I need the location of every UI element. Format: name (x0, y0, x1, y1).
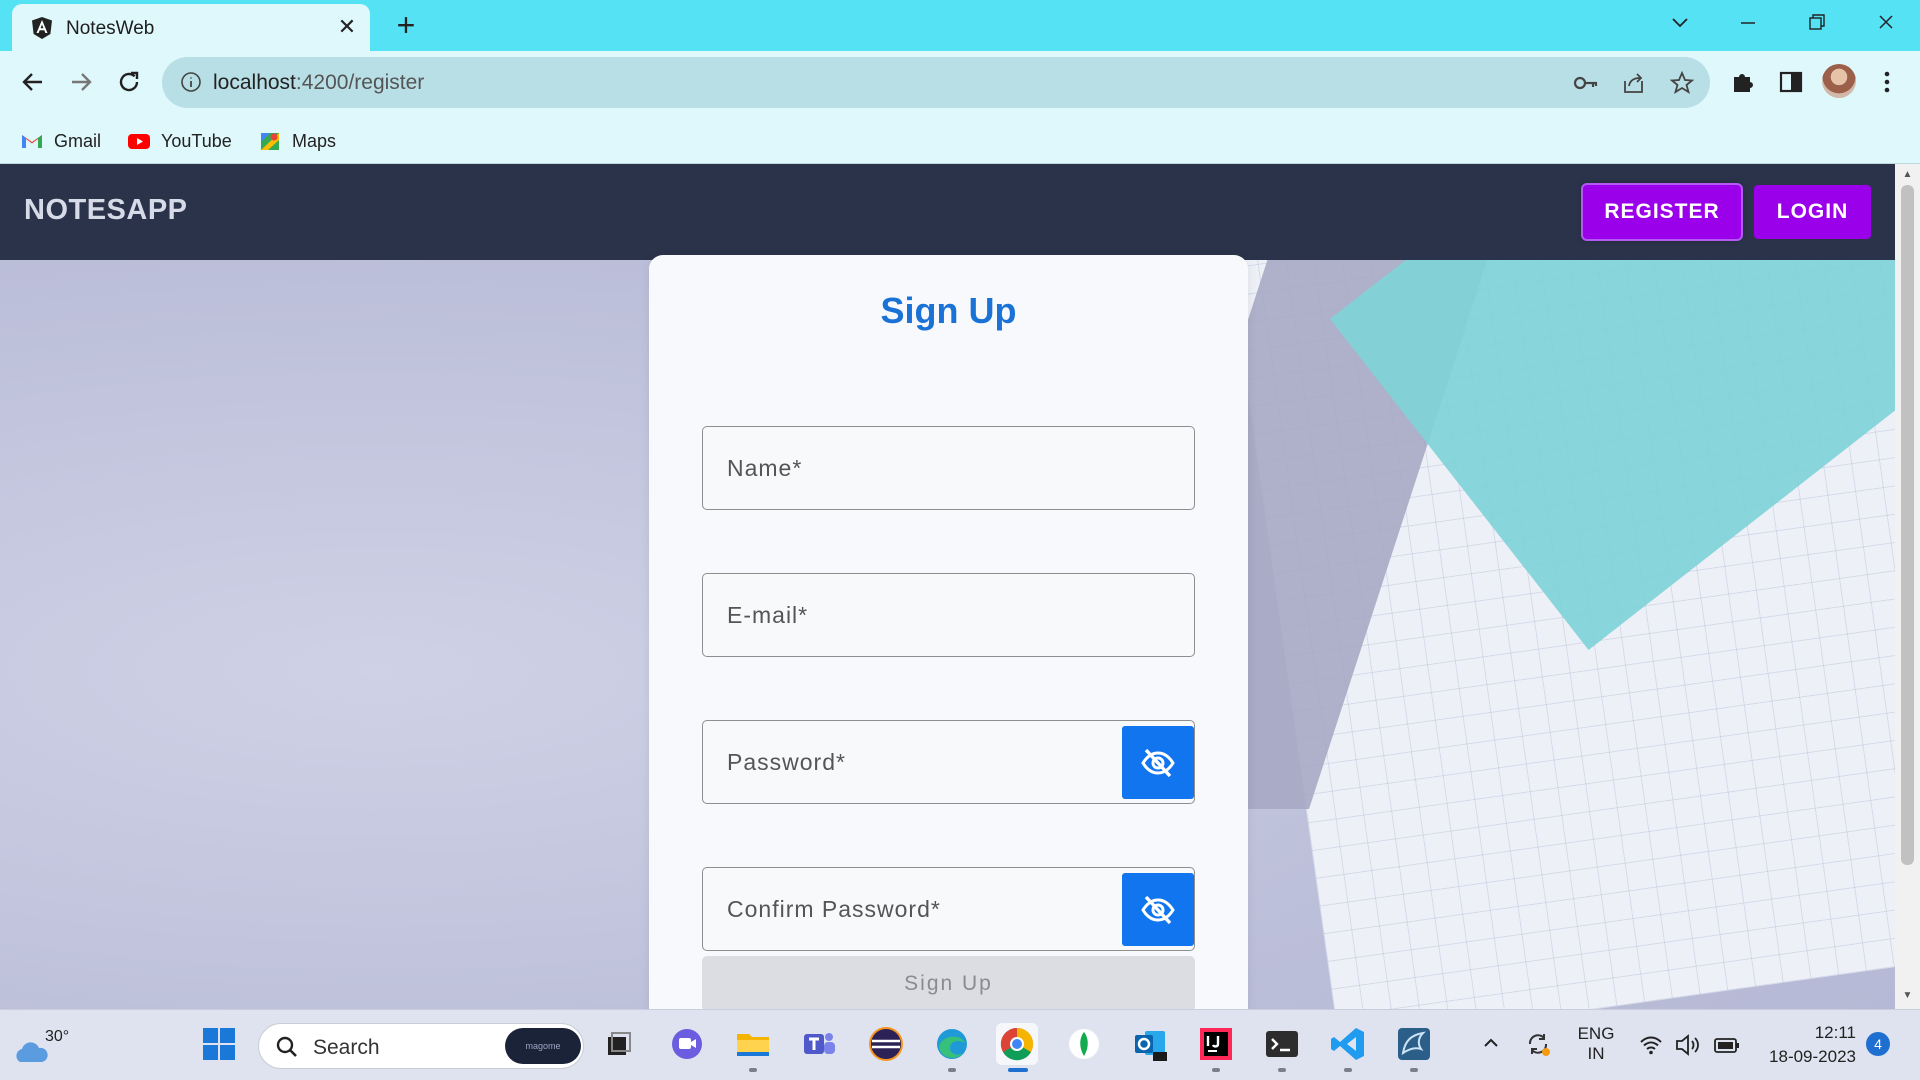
task-view-button[interactable] (597, 1023, 639, 1065)
taskbar-outlook[interactable] (1129, 1023, 1171, 1065)
confirm-password-input[interactable] (703, 868, 1194, 950)
bookmark-maps[interactable]: Maps (258, 123, 336, 159)
start-button[interactable] (198, 1023, 240, 1065)
clock[interactable]: 12:11 18-09-2023 (1748, 1021, 1856, 1069)
signup-card: Sign Up Name* E-mail* Sign Up (649, 255, 1248, 1009)
vscode-icon (1331, 1028, 1364, 1060)
gmail-icon (22, 135, 42, 148)
profile-avatar[interactable] (1822, 64, 1856, 98)
search-icon (276, 1036, 297, 1057)
volume-icon[interactable] (1674, 1032, 1702, 1058)
wifi-icon[interactable] (1638, 1032, 1664, 1058)
taskbar-edge[interactable] (931, 1023, 973, 1072)
minimize-icon[interactable] (1728, 8, 1768, 38)
url-text[interactable]: localhost:4200/register (213, 71, 424, 95)
tab-close-icon[interactable]: ✕ (334, 14, 360, 40)
extensions-puzzle-icon[interactable] (1728, 67, 1758, 97)
search-highlight-badge[interactable]: magome (505, 1028, 581, 1064)
video-chat-icon (672, 1029, 702, 1059)
site-info-icon[interactable] (180, 71, 202, 93)
name-field[interactable] (702, 426, 1195, 510)
login-button[interactable]: LOGIN (1754, 185, 1871, 239)
app-brand[interactable]: NOTESAPP (24, 194, 188, 227)
background-illustration (1240, 259, 1895, 1009)
close-window-icon[interactable] (1866, 8, 1906, 38)
email-field[interactable] (702, 573, 1195, 657)
side-panel-icon[interactable] (1776, 67, 1806, 97)
battery-icon[interactable] (1712, 1032, 1742, 1058)
teams-icon (804, 1033, 835, 1054)
new-tab-icon[interactable]: + (390, 9, 422, 42)
signup-title: Sign Up (880, 290, 1017, 331)
windows-logo-icon (203, 1028, 235, 1060)
mysql-workbench-icon (1398, 1028, 1430, 1060)
scroll-down-icon[interactable]: ▼ (1902, 990, 1913, 1001)
signup-submit-button[interactable]: Sign Up (702, 956, 1195, 1009)
tab-title: NotesWeb (66, 18, 155, 39)
folder-icon (737, 1034, 769, 1056)
forward-arrow-icon[interactable] (64, 65, 98, 99)
share-icon[interactable] (1620, 69, 1648, 97)
taskbar-vscode[interactable] (1327, 1023, 1369, 1072)
name-input[interactable] (703, 427, 1194, 509)
language-indicator[interactable]: ENG IN (1574, 1024, 1618, 1064)
windows-taskbar: 30° Search magome ENG IN 12:11 18-09-202… (0, 1009, 1920, 1080)
taskbar-mysql-workbench[interactable] (1393, 1023, 1435, 1072)
mongodb-leaf-icon (1069, 1029, 1099, 1059)
taskbar-eclipse[interactable] (865, 1023, 907, 1065)
app-navbar: NOTESAPP REGISTER LOGIN (0, 164, 1895, 260)
page-viewport: NOTESAPP REGISTER LOGIN Sign Up Name* E-… (0, 164, 1895, 1009)
taskbar-meet[interactable] (666, 1023, 708, 1065)
chrome-icon (1000, 1027, 1034, 1061)
more-menu-icon[interactable] (1872, 67, 1902, 97)
address-bar[interactable]: localhost:4200/register (162, 57, 1710, 108)
terminal-icon (1266, 1031, 1298, 1057)
taskbar-mongodb[interactable] (1063, 1023, 1105, 1065)
chevron-up-icon[interactable] (1480, 1032, 1502, 1054)
eye-off-icon (1141, 748, 1175, 777)
sync-icon[interactable] (1524, 1030, 1552, 1058)
restore-icon[interactable] (1796, 8, 1836, 38)
task-view-icon (608, 1032, 631, 1055)
weather-widget[interactable]: 30° (12, 1018, 69, 1074)
scroll-thumb[interactable] (1901, 185, 1914, 865)
bookmark-youtube[interactable]: YouTube (127, 123, 232, 159)
notification-badge[interactable]: 4 (1866, 1032, 1890, 1056)
bookmark-gmail[interactable]: Gmail (20, 123, 101, 159)
browser-toolbar: localhost:4200/register Gmail YouTube Ma… (0, 51, 1920, 164)
scroll-up-icon[interactable]: ▲ (1902, 169, 1913, 180)
taskbar-search[interactable]: Search magome (258, 1023, 584, 1069)
angular-icon (32, 17, 52, 39)
bookmark-star-icon[interactable] (1668, 69, 1696, 97)
maps-icon (261, 133, 279, 150)
outlook-icon (1135, 1031, 1167, 1061)
key-icon[interactable] (1572, 69, 1600, 97)
taskbar-chrome[interactable] (996, 1023, 1038, 1072)
page-scrollbar[interactable]: ▲ ▼ (1895, 164, 1920, 1009)
browser-tab-strip: NotesWeb ✕ + (0, 0, 1920, 51)
intellij-icon (1200, 1028, 1232, 1060)
password-visibility-toggle[interactable] (1122, 726, 1194, 799)
reload-icon[interactable] (112, 65, 146, 99)
password-field[interactable] (702, 720, 1195, 804)
taskbar-intellij[interactable] (1195, 1023, 1237, 1072)
edge-icon (937, 1029, 967, 1059)
back-arrow-icon[interactable] (16, 65, 50, 99)
confirm-password-field[interactable] (702, 867, 1195, 951)
register-button[interactable]: REGISTER (1583, 185, 1741, 239)
confirm-password-visibility-toggle[interactable] (1122, 873, 1194, 946)
taskbar-teams[interactable] (798, 1023, 840, 1065)
browser-tab-active[interactable]: NotesWeb ✕ (12, 4, 370, 51)
tab-search-chevron-icon[interactable] (1660, 8, 1700, 38)
taskbar-file-explorer[interactable] (732, 1023, 774, 1072)
password-input[interactable] (703, 721, 1194, 803)
taskbar-terminal[interactable] (1261, 1023, 1303, 1072)
youtube-icon (128, 134, 150, 149)
eclipse-icon (869, 1027, 903, 1061)
eye-off-icon (1141, 895, 1175, 924)
email-input[interactable] (703, 574, 1194, 656)
